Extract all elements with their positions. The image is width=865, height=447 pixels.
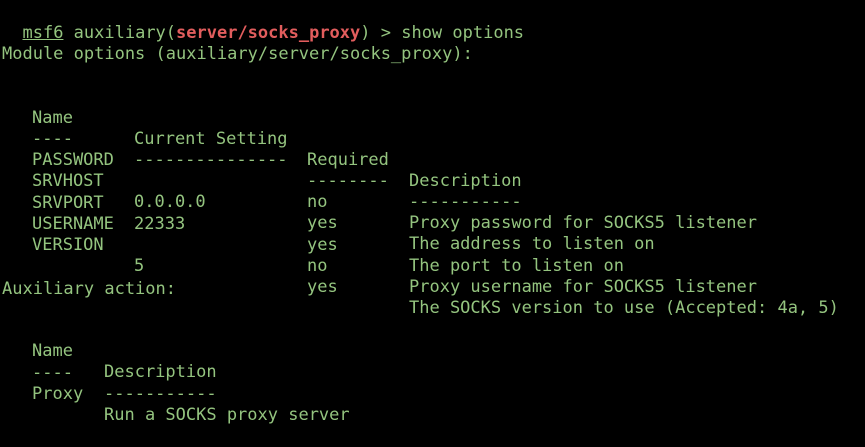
header-description: Description xyxy=(409,171,522,191)
option-required: no xyxy=(307,192,328,212)
action-header-row: Name Description xyxy=(0,320,217,382)
option-name: SRVHOST xyxy=(32,171,104,191)
header-setting: Current Setting xyxy=(134,129,288,149)
option-name: USERNAME xyxy=(32,214,114,234)
option-setting: 0.0.0.0 xyxy=(134,192,206,212)
option-setting: 22333 xyxy=(134,214,186,234)
prompt-module: server/socks_proxy xyxy=(176,23,361,43)
prompt-console: msf6 xyxy=(22,23,64,43)
option-name: VERSION xyxy=(32,235,104,255)
table-row: SRVPORT 22333 yes The port to listen on xyxy=(0,172,624,276)
option-description: The port to listen on xyxy=(409,256,624,276)
option-setting: 5 xyxy=(134,256,145,276)
table-row: Proxy Run a SOCKS proxy server xyxy=(0,363,350,425)
prompt-suffix: ) > xyxy=(360,23,402,43)
option-required: yes xyxy=(307,235,338,255)
action-name: Proxy xyxy=(32,384,84,404)
prompt-line: msf6 auxiliary(server/socks_proxy) > sho… xyxy=(2,2,524,43)
prompt-prefix: auxiliary( xyxy=(63,23,177,43)
terminal-window[interactable]: { "prompt": { "console": "msf6", "prefix… xyxy=(0,0,865,425)
table-row: USERNAME no Proxy username for SOCKS5 li… xyxy=(0,193,757,297)
option-description: The address to listen on xyxy=(409,234,655,254)
header-required: Required xyxy=(307,150,389,170)
option-description: The SOCKS version to use (Accepted: 4a, … xyxy=(409,298,839,318)
option-description: Proxy username for SOCKS5 listener xyxy=(409,277,757,297)
prompt-command[interactable]: show options xyxy=(401,23,524,43)
option-required: yes xyxy=(307,277,338,297)
table-row: VERSION 5 yes The SOCKS version to use (… xyxy=(0,214,839,318)
options-header-row: Name Current Setting Required Descriptio… xyxy=(0,87,522,191)
table-row: SRVHOST 0.0.0.0 yes The address to liste… xyxy=(0,150,655,254)
underline-setting: --------------- xyxy=(134,150,288,170)
table-row: PASSWORD no Proxy password for SOCKS5 li… xyxy=(0,129,757,233)
auxiliary-action-heading: Auxiliary action: xyxy=(2,279,176,299)
option-name: SRVPORT xyxy=(32,193,104,213)
action-underline-row: ---- ----------- xyxy=(0,342,217,404)
option-name: PASSWORD xyxy=(32,150,114,170)
underline-required: -------- xyxy=(307,171,389,191)
option-required: yes xyxy=(307,213,338,233)
underline-description: ----------- xyxy=(409,192,522,212)
option-required: no xyxy=(307,256,328,276)
action-underline-description: ----------- xyxy=(104,384,217,404)
module-options-heading: Module options (auxiliary/server/socks_p… xyxy=(2,44,473,64)
option-description: Proxy password for SOCKS5 listener xyxy=(409,213,757,233)
action-header-description: Description xyxy=(104,362,217,382)
options-underline-row: ---- --------------- -------- ----------… xyxy=(0,108,522,212)
